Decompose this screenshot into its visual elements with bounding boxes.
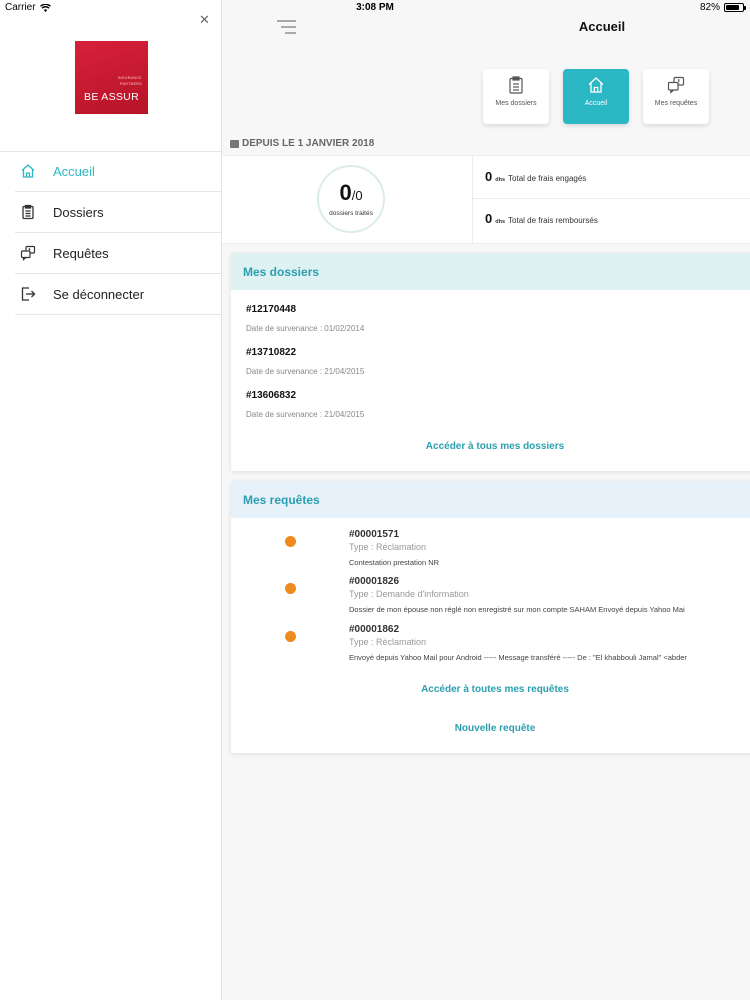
divider — [472, 198, 750, 199]
page-title: Accueil — [578, 19, 626, 34]
dossier-date: Date de survenance : 21/04/2015 — [246, 367, 365, 376]
sidebar-nav: Accueil Dossiers Requêtes Se déconnecter — [0, 151, 221, 315]
requests-icon — [17, 242, 39, 264]
dossiers-count: 0/0 — [339, 179, 363, 207]
requete-type: Type : Demande d'information — [349, 589, 469, 599]
sidebar-item-accueil[interactable]: Accueil — [15, 151, 221, 192]
clipboard-icon — [507, 76, 525, 94]
all-requetes-link[interactable]: Accéder à toutes mes requêtes — [231, 684, 750, 695]
requete-type: Type : Réclamation — [349, 637, 427, 647]
battery-percent: 82% — [699, 2, 720, 13]
sidebar-item-dossiers[interactable]: Dossiers — [15, 192, 221, 233]
sidebar-item-logout[interactable]: Se déconnecter — [15, 274, 221, 315]
logout-icon — [17, 283, 39, 305]
status-dot — [285, 583, 296, 594]
tile-mes-dossiers[interactable]: Mes dossiers — [483, 69, 549, 124]
logo-tagline-1: INSURANCE — [117, 76, 142, 80]
dossiers-card: Mes dossiers #12170448 Date de survenanc… — [231, 253, 750, 471]
dossier-number: #12170448 — [246, 304, 297, 315]
dossier-number: #13710822 — [246, 347, 297, 358]
calendar-icon — [230, 139, 239, 148]
tile-accueil[interactable]: Accueil — [563, 69, 629, 124]
home-icon — [17, 160, 39, 182]
status-dot — [285, 536, 296, 547]
count-total: /0 — [351, 187, 363, 203]
logo: INSURANCE PARTNERS BE ASSUR — [75, 41, 148, 114]
requete-description: Dossier de mon épouse non réglé non enre… — [349, 605, 685, 614]
dossiers-list: #12170448 Date de survenance : 01/02/201… — [231, 304, 750, 419]
dossier-date: Date de survenance : 01/02/2014 — [246, 324, 365, 333]
frais-rembourses-value: 0 — [485, 211, 493, 226]
clipboard-icon — [17, 201, 39, 223]
battery-status: 82% — [699, 2, 746, 13]
status-dot — [285, 631, 296, 642]
summary-panel: 0/0 dossiers traités 0 dhs Total de frai… — [222, 155, 750, 244]
clock: 3:08 PM — [356, 2, 394, 13]
tile-mes-requetes[interactable]: Mes requêtes — [643, 69, 709, 124]
requete-number: #00001862 — [349, 624, 400, 635]
frais-engages: 0 dhs Total de frais engagés — [485, 169, 586, 184]
currency-unit: dhs — [495, 219, 506, 225]
period-text: DEPUIS LE 1 JANVIER 2018 — [242, 138, 375, 149]
battery-icon — [724, 3, 746, 12]
requests-icon — [667, 76, 685, 94]
sidebar: ✕ INSURANCE PARTNERS BE ASSUR Accueil Do… — [0, 0, 222, 1000]
sidebar-item-label: Dossiers — [53, 204, 104, 220]
sidebar-item-label: Se déconnecter — [53, 286, 145, 302]
requete-type: Type : Réclamation — [349, 542, 427, 552]
requete-number: #00001826 — [349, 576, 400, 587]
main-content: Accueil Mes dossiers Accueil Mes requête… — [222, 0, 750, 1000]
sidebar-item-label: Accueil — [53, 163, 95, 179]
divider — [472, 156, 473, 244]
requete-description: Contestation prestation NR — [349, 558, 440, 567]
dossiers-count-circle: 0/0 dossiers traités — [317, 165, 385, 233]
tile-label: Mes requêtes — [654, 100, 698, 107]
dossier-number: #13606832 — [246, 390, 297, 401]
period-label: DEPUIS LE 1 JANVIER 2018 — [230, 138, 374, 149]
count-value: 0 — [339, 179, 352, 205]
count-label: dossiers traités — [329, 209, 373, 217]
requetes-card: Mes requêtes #00001571 Type : Réclamatio… — [231, 481, 750, 753]
new-requete-link[interactable]: Nouvelle requête — [231, 723, 750, 734]
requetes-card-title: Mes requêtes — [231, 481, 750, 518]
currency-unit: dhs — [495, 177, 506, 183]
menu-icon[interactable] — [277, 19, 296, 40]
tile-label: Mes dossiers — [495, 100, 537, 107]
dossiers-card-title: Mes dossiers — [231, 253, 750, 290]
all-dossiers-link[interactable]: Accéder à tous mes dossiers — [231, 441, 750, 452]
list-item[interactable]: #13710822 Date de survenance : 21/04/201… — [246, 347, 750, 376]
frais-rembourses: 0 dhs Total de frais remboursés — [485, 211, 598, 226]
logo-tagline-2: PARTNERS — [120, 82, 142, 86]
sidebar-item-label: Requêtes — [53, 245, 109, 261]
frais-engages-label: Total de frais engagés — [508, 174, 587, 183]
status-bar: Carrier 3:08 PM 82% — [0, 0, 750, 16]
list-item[interactable]: #13606832 Date de survenance : 21/04/201… — [246, 390, 750, 419]
logo-brand: BE ASSUR — [84, 91, 139, 103]
tile-label: Accueil — [584, 100, 608, 107]
quick-nav-tiles: Mes dossiers Accueil Mes requêtes — [483, 69, 709, 124]
requete-description: Envoyé depuis Yahoo Mail pour Android --… — [349, 653, 687, 662]
dossier-date: Date de survenance : 21/04/2015 — [246, 410, 365, 419]
home-icon — [587, 76, 605, 94]
frais-rembourses-label: Total de frais remboursés — [508, 216, 598, 225]
sidebar-item-requetes[interactable]: Requêtes — [15, 233, 221, 274]
requete-number: #00001571 — [349, 529, 400, 540]
list-item[interactable]: #12170448 Date de survenance : 01/02/201… — [246, 304, 750, 333]
frais-engages-value: 0 — [485, 169, 493, 184]
